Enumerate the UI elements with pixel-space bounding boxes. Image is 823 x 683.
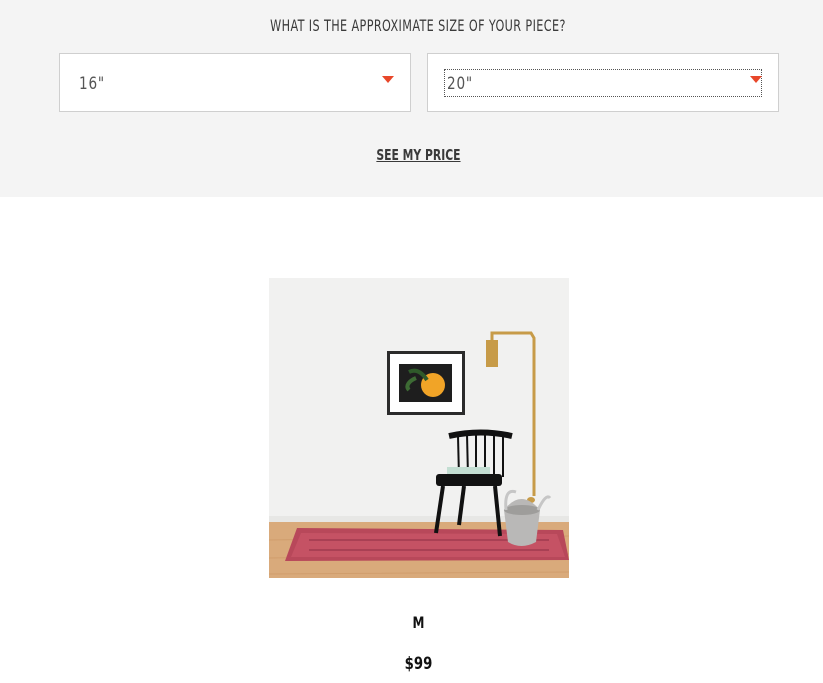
size-selector-panel: WHAT IS THE APPROXIMATE SIZE OF YOUR PIE… — [0, 0, 823, 197]
size-question: WHAT IS THE APPROXIMATE SIZE OF YOUR PIE… — [270, 16, 566, 35]
height-select-value: 20" — [447, 74, 473, 94]
focus-outline — [444, 69, 762, 97]
width-select[interactable]: 16" — [59, 53, 411, 112]
caret-down-icon — [382, 76, 394, 83]
room-scene-illustration — [269, 278, 569, 578]
width-select-value: 16" — [79, 74, 105, 94]
height-select[interactable]: 20" — [427, 53, 779, 112]
see-my-price-link[interactable]: SEE MY PRICE — [376, 146, 460, 164]
product-image[interactable] — [269, 278, 569, 578]
product-price: $99 — [404, 654, 433, 674]
product-size-label: M — [412, 613, 425, 632]
caret-down-icon — [750, 76, 762, 83]
